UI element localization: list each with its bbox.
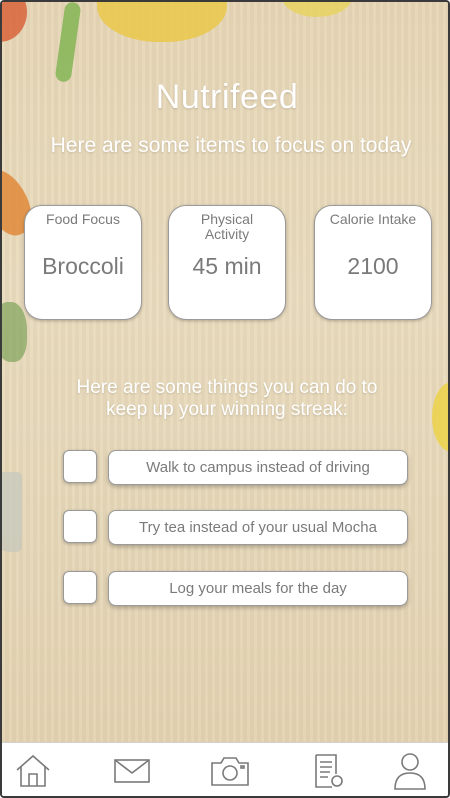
bottom-nav-bar (2, 742, 448, 796)
knife-decoration (2, 472, 22, 552)
nav-profile-button[interactable] (388, 751, 432, 791)
app-title: Nutrifeed (155, 78, 299, 116)
streak-line-1: Here are some things you can do to (76, 377, 378, 398)
profile-icon (394, 753, 426, 790)
home-icon (16, 754, 50, 787)
task-item: Log your meals for the day (63, 571, 409, 609)
task-item: Walk to campus instead of driving (63, 450, 409, 488)
card-label: Food Focus (46, 211, 120, 227)
pepper-stem-decoration (54, 2, 82, 83)
card-value: 2100 (347, 253, 399, 279)
app-frame: Nutrifeed Here are some items to focus o… (0, 0, 450, 798)
nav-list-button[interactable] (306, 751, 350, 791)
task-label[interactable]: Try tea instead of your usual Mocha (108, 510, 408, 545)
calorie-intake-card[interactable]: Calorie Intake 2100 (314, 205, 432, 320)
nav-camera-button[interactable] (208, 751, 252, 791)
mail-icon (114, 759, 150, 783)
card-value: Broccoli (42, 253, 124, 279)
nav-mail-button[interactable] (110, 751, 154, 791)
streak-heading: Here are some things you can do to keep … (2, 377, 448, 421)
card-label: Calorie Intake (329, 211, 417, 227)
physical-activity-card[interactable]: Physical Activity 45 min (168, 205, 286, 320)
herb-decoration (2, 302, 27, 362)
list-icon (315, 754, 343, 788)
camera-icon (211, 757, 249, 786)
page-subtitle: Here are some items to focus on today (50, 134, 412, 157)
streak-line-2: keep up your winning streak: (106, 399, 348, 420)
task-checkbox[interactable] (63, 571, 97, 604)
task-checkbox[interactable] (63, 450, 97, 483)
card-value: 45 min (192, 253, 262, 279)
card-label: Physical Activity (200, 211, 254, 242)
food-focus-card[interactable]: Food Focus Broccoli (24, 205, 142, 320)
task-checkbox[interactable] (63, 510, 97, 543)
pepper-decoration-right (282, 2, 352, 17)
pepper-decoration (97, 2, 227, 42)
task-label[interactable]: Walk to campus instead of driving (108, 450, 408, 485)
task-item: Try tea instead of your usual Mocha (63, 510, 409, 548)
tomato-decoration (2, 2, 27, 42)
task-label[interactable]: Log your meals for the day (108, 571, 408, 606)
nav-home-button[interactable] (11, 751, 55, 791)
